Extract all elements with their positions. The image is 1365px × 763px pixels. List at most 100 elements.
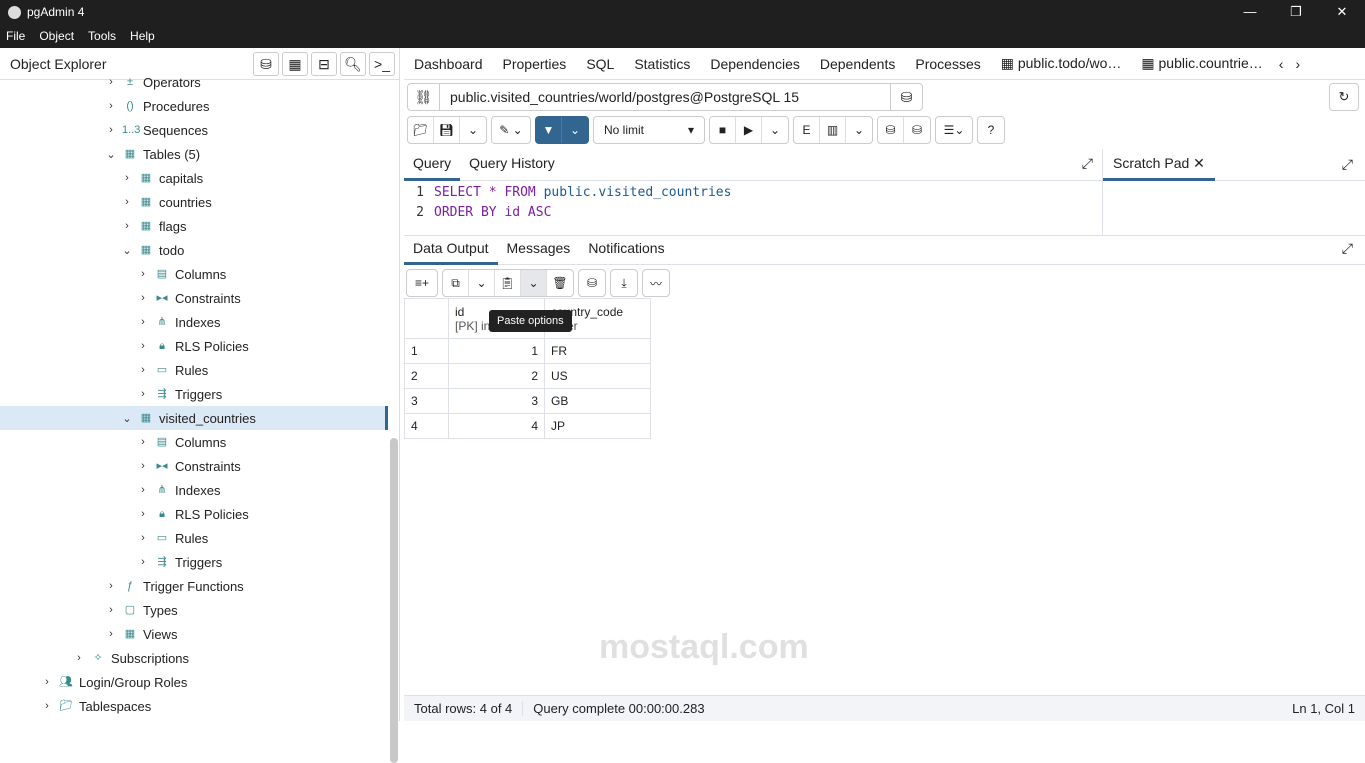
refresh-button[interactable]: ↻: [1329, 83, 1359, 111]
open-file-icon[interactable]: 📁︎: [408, 117, 434, 143]
save-data-icon[interactable]: ⛁: [579, 270, 605, 296]
chevron-right-icon[interactable]: ›: [120, 196, 134, 208]
tab-query-history[interactable]: Query History: [460, 149, 564, 181]
close-scratch-icon[interactable]: ✕: [1193, 155, 1205, 171]
tree-item[interactable]: › ▦ capitals: [0, 166, 388, 190]
menu-tools[interactable]: Tools: [88, 29, 116, 43]
chevron-right-icon[interactable]: ›: [136, 484, 150, 496]
copy-dropdown-icon[interactable]: ⌄: [469, 270, 495, 296]
maximize-editor-icon[interactable]: ⤢: [1073, 149, 1102, 181]
menu-object[interactable]: Object: [39, 29, 74, 43]
tab-notifications[interactable]: Notifications: [579, 235, 673, 265]
table-row[interactable]: 2 2 US: [404, 363, 651, 389]
row-number[interactable]: 2: [404, 363, 449, 389]
tab-scroll-right-icon[interactable]: ›: [1295, 56, 1300, 72]
chevron-right-icon[interactable]: ›: [136, 388, 150, 400]
tree-item[interactable]: › 👥︎ Login/Group Roles: [0, 670, 388, 694]
chevron-right-icon[interactable]: ›: [136, 268, 150, 280]
tab-data-output[interactable]: Data Output: [404, 235, 498, 265]
tree-item[interactable]: ⌄ ▦ visited_countries: [0, 406, 388, 430]
tree-item[interactable]: › ± Operators: [0, 70, 388, 94]
tree-item[interactable]: › 📁︎ Tablespaces: [0, 694, 388, 718]
tree-item[interactable]: › ⇶ Triggers: [0, 550, 388, 574]
chevron-down-icon[interactable]: ⌄: [120, 412, 134, 425]
table-row[interactable]: 4 4 JP: [404, 413, 651, 439]
tab-dependencies[interactable]: Dependencies: [710, 56, 800, 72]
edit-icon[interactable]: ✎ ⌄: [492, 117, 530, 143]
tree-item[interactable]: ⌄ ▦ todo: [0, 238, 388, 262]
cell-id[interactable]: 4: [448, 413, 545, 439]
tab-statistics[interactable]: Statistics: [634, 56, 690, 72]
tree-item[interactable]: › ▤ Columns: [0, 430, 388, 454]
tree-item[interactable]: › ▸◂ Constraints: [0, 454, 388, 478]
chevron-right-icon[interactable]: ›: [136, 532, 150, 544]
tab-query[interactable]: Query: [404, 149, 461, 181]
commit-icon[interactable]: ⛁: [878, 117, 904, 143]
tab-dashboard[interactable]: Dashboard: [414, 56, 483, 72]
chevron-right-icon[interactable]: ›: [136, 556, 150, 568]
connection-selector[interactable]: ⛓ public.visited_countries/world/postgre…: [407, 83, 923, 111]
chevron-right-icon[interactable]: ›: [136, 508, 150, 520]
tree-item[interactable]: › ƒ Trigger Functions: [0, 574, 388, 598]
sql-editor[interactable]: 1 SELECT * FROM public.visited_countries …: [404, 182, 1102, 234]
add-row-icon[interactable]: ≡+: [407, 270, 437, 296]
tab-scroll-left-icon[interactable]: ‹: [1279, 56, 1284, 72]
database-server-icon[interactable]: ⛁: [890, 84, 922, 110]
execute-icon[interactable]: ▶: [736, 117, 762, 143]
chevron-right-icon[interactable]: ›: [136, 436, 150, 448]
maximize-button[interactable]: ❐: [1273, 0, 1319, 24]
explain-dropdown-icon[interactable]: ⌄: [846, 117, 872, 143]
delete-icon[interactable]: 🗑︎: [547, 270, 573, 296]
cell-id[interactable]: 1: [448, 338, 545, 364]
tree-item[interactable]: › ▸◂ Constraints: [0, 286, 388, 310]
explain-icon[interactable]: E: [794, 117, 820, 143]
tree-item[interactable]: › ⇶ Triggers: [0, 382, 388, 406]
chevron-right-icon[interactable]: ›: [104, 76, 118, 88]
chevron-right-icon[interactable]: ›: [136, 364, 150, 376]
cell-id[interactable]: 2: [448, 363, 545, 389]
tree-item[interactable]: › ▭ Rules: [0, 526, 388, 550]
disconnect-icon[interactable]: ⛓: [408, 84, 440, 110]
tree-item[interactable]: › ▢ Types: [0, 598, 388, 622]
tab-properties[interactable]: Properties: [503, 56, 567, 72]
row-number[interactable]: 3: [404, 388, 449, 414]
tab-countries[interactable]: ▦ public.countrie…: [1141, 55, 1262, 72]
chevron-right-icon[interactable]: ›: [120, 172, 134, 184]
table-row[interactable]: 3 3 GB: [404, 388, 651, 414]
maximize-output-icon[interactable]: ⤢: [1333, 235, 1365, 265]
download-icon[interactable]: ⤓: [611, 270, 637, 296]
maximize-scratch-icon[interactable]: ⤢: [1342, 156, 1365, 173]
chevron-right-icon[interactable]: ›: [72, 652, 86, 664]
tree-item[interactable]: › ▦ flags: [0, 214, 388, 238]
menu-file[interactable]: File: [6, 29, 25, 43]
cell-id[interactable]: 3: [448, 388, 545, 414]
row-number[interactable]: 1: [404, 338, 449, 364]
menu-help[interactable]: Help: [130, 29, 155, 43]
save-icon[interactable]: 💾︎: [434, 117, 460, 143]
chevron-right-icon[interactable]: ›: [120, 220, 134, 232]
close-button[interactable]: ✕: [1319, 0, 1365, 24]
tree-item[interactable]: › ⋔ Indexes: [0, 478, 388, 502]
tab-sql[interactable]: SQL: [586, 56, 614, 72]
tab-todo[interactable]: ▦ public.todo/wo…: [1001, 55, 1122, 72]
chevron-down-icon[interactable]: ⌄: [104, 148, 118, 161]
paste-icon[interactable]: 📋︎: [495, 270, 521, 296]
row-number[interactable]: 4: [404, 413, 449, 439]
tree-item[interactable]: › ▦ countries: [0, 190, 388, 214]
execute-dropdown-icon[interactable]: ⌄: [762, 117, 788, 143]
paste-dropdown-icon[interactable]: ⌄: [521, 270, 547, 296]
chevron-right-icon[interactable]: ›: [136, 460, 150, 472]
chevron-down-icon[interactable]: ⌄: [120, 244, 134, 257]
chevron-right-icon[interactable]: ›: [136, 340, 150, 352]
tree-item[interactable]: › ▤ Columns: [0, 262, 388, 286]
explain-analyze-icon[interactable]: ▥: [820, 117, 846, 143]
save-dropdown-icon[interactable]: ⌄: [460, 117, 486, 143]
tab-dependents[interactable]: Dependents: [820, 56, 896, 72]
help-icon[interactable]: ?: [978, 117, 1004, 143]
chevron-right-icon[interactable]: ›: [104, 604, 118, 616]
tree-item[interactable]: › ✧ Subscriptions: [0, 646, 388, 670]
limit-select[interactable]: No limit ▾: [594, 117, 704, 143]
stop-icon[interactable]: ■: [710, 117, 736, 143]
graph-icon[interactable]: 〰: [643, 270, 669, 296]
cell-country-code[interactable]: GB: [544, 388, 651, 414]
